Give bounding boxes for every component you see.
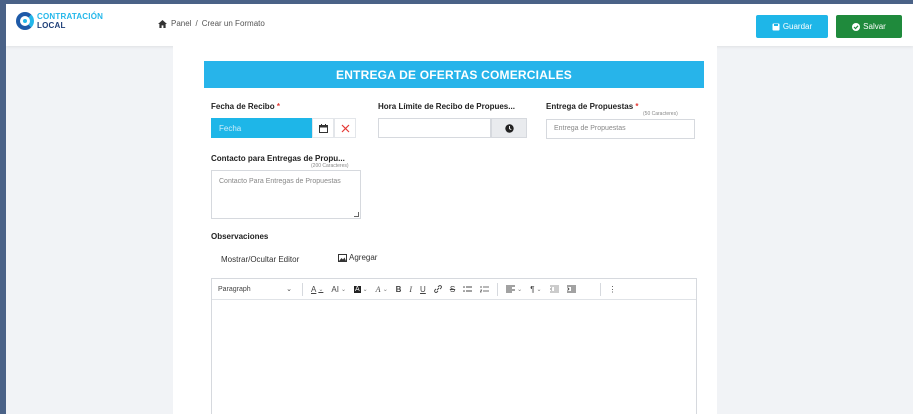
fecha-label: Fecha de Recibo * bbox=[211, 102, 280, 111]
agregar-button[interactable]: Agregar bbox=[338, 253, 377, 262]
calendar-button[interactable] bbox=[312, 118, 334, 138]
numbered-list-icon[interactable] bbox=[480, 285, 490, 293]
rich-text-editor: Paragraph ⌄ A ⌄ AI ⌄ A ⌄ A ⌄ B I U S ⌄ ¶… bbox=[211, 278, 697, 414]
salvar-button[interactable]: Salvar bbox=[836, 15, 902, 38]
breadcrumb-current: Crear un Formato bbox=[201, 19, 265, 28]
more-options-icon[interactable]: ⋮ bbox=[609, 285, 617, 294]
entrega-label: Entrega de Propuestas * bbox=[546, 102, 639, 111]
chevron-down-icon: ⌄ bbox=[382, 286, 388, 293]
clock-icon bbox=[504, 123, 514, 133]
guardar-button[interactable]: Guardar bbox=[756, 15, 828, 38]
chevron-down-icon: ⌄ bbox=[517, 286, 523, 293]
bullet-list-icon[interactable] bbox=[463, 285, 473, 293]
fecha-input[interactable]: Fecha bbox=[211, 118, 312, 138]
entrega-char-hint: (50 Caracteres) bbox=[643, 111, 678, 117]
breadcrumb: Panel / Crear un Formato bbox=[158, 19, 265, 28]
italic-button[interactable]: I bbox=[409, 285, 412, 294]
required-mark: * bbox=[635, 102, 639, 111]
entrega-input[interactable]: Entrega de Propuestas bbox=[546, 119, 695, 139]
strikethrough-button[interactable]: S bbox=[450, 285, 455, 294]
guardar-label: Guardar bbox=[782, 22, 813, 31]
contacto-placeholder: Contacto Para Entregas de Propuestas bbox=[219, 178, 341, 185]
logo[interactable]: CONTRATACIÓN LOCAL bbox=[16, 12, 103, 30]
chevron-down-icon: ⌄ bbox=[362, 286, 368, 293]
logo-icon bbox=[16, 12, 34, 30]
link-icon[interactable] bbox=[433, 285, 442, 293]
font-size-button[interactable]: AI ⌄ bbox=[331, 285, 346, 294]
editor-toolbar: Paragraph ⌄ A ⌄ AI ⌄ A ⌄ A ⌄ B I U S ⌄ ¶… bbox=[212, 279, 696, 300]
toolbar-divider bbox=[302, 282, 303, 296]
contacto-textarea[interactable]: Contacto Para Entregas de Propuestas bbox=[211, 170, 361, 219]
chevron-down-icon: ⌄ bbox=[318, 286, 324, 293]
app-window: CONTRATACIÓN LOCAL Panel / Crear un Form… bbox=[6, 4, 913, 414]
clock-button[interactable] bbox=[491, 118, 527, 138]
required-mark: * bbox=[276, 102, 280, 111]
section-title: ENTREGA DE OFERTAS COMERCIALES bbox=[204, 61, 704, 88]
home-icon bbox=[158, 19, 167, 28]
clear-date-button[interactable] bbox=[334, 118, 356, 138]
form-panel: ENTREGA DE OFERTAS COMERCIALES Fecha de … bbox=[173, 46, 717, 414]
underline-button[interactable]: U bbox=[420, 285, 426, 294]
calendar-icon bbox=[318, 123, 328, 133]
top-bar: CONTRATACIÓN LOCAL Panel / Crear un Form… bbox=[6, 4, 913, 46]
image-icon bbox=[338, 253, 347, 262]
hora-input[interactable] bbox=[378, 118, 491, 138]
logo-line2: LOCAL bbox=[37, 21, 66, 30]
resize-handle[interactable] bbox=[354, 212, 359, 217]
logo-line1: CONTRATACIÓN bbox=[37, 12, 104, 21]
hora-label: Hora Límite de Recibo de Propues... bbox=[378, 102, 515, 111]
salvar-label: Salvar bbox=[863, 22, 886, 31]
toolbar-divider bbox=[497, 282, 499, 296]
chevron-down-icon: ⌄ bbox=[286, 286, 292, 293]
indent-icon[interactable] bbox=[566, 285, 576, 293]
text-style-button[interactable]: A ⌄ bbox=[376, 285, 388, 294]
align-menu-button[interactable]: ⌄ bbox=[506, 285, 522, 293]
check-circle-icon bbox=[852, 22, 861, 31]
contacto-label: Contacto para Entregas de Propu... bbox=[211, 154, 345, 163]
toolbar-divider bbox=[599, 282, 601, 296]
breadcrumb-separator: / bbox=[195, 19, 198, 28]
paragraph-direction-button[interactable]: ¶ ⌄ bbox=[530, 285, 541, 294]
pilcrow-icon: ¶ bbox=[530, 284, 535, 294]
bold-button[interactable]: B bbox=[396, 285, 402, 294]
save-icon bbox=[772, 23, 780, 30]
align-left-icon bbox=[506, 285, 516, 293]
highlight-button[interactable]: A ⌄ bbox=[353, 285, 368, 293]
font-color-button[interactable]: A ⌄ bbox=[311, 285, 323, 294]
outdent-icon[interactable] bbox=[549, 285, 559, 293]
observaciones-label: Observaciones bbox=[211, 232, 269, 241]
paragraph-select[interactable]: Paragraph ⌄ bbox=[218, 285, 298, 294]
contacto-char-hint: (200 Caracteres) bbox=[311, 163, 349, 169]
breadcrumb-home[interactable]: Panel bbox=[171, 19, 191, 28]
mostrar-ocultar-editor-link[interactable]: Mostrar/Ocultar Editor bbox=[221, 255, 299, 264]
close-icon bbox=[341, 124, 349, 132]
chevron-down-icon: ⌄ bbox=[340, 286, 346, 293]
chevron-down-icon: ⌄ bbox=[536, 286, 542, 293]
